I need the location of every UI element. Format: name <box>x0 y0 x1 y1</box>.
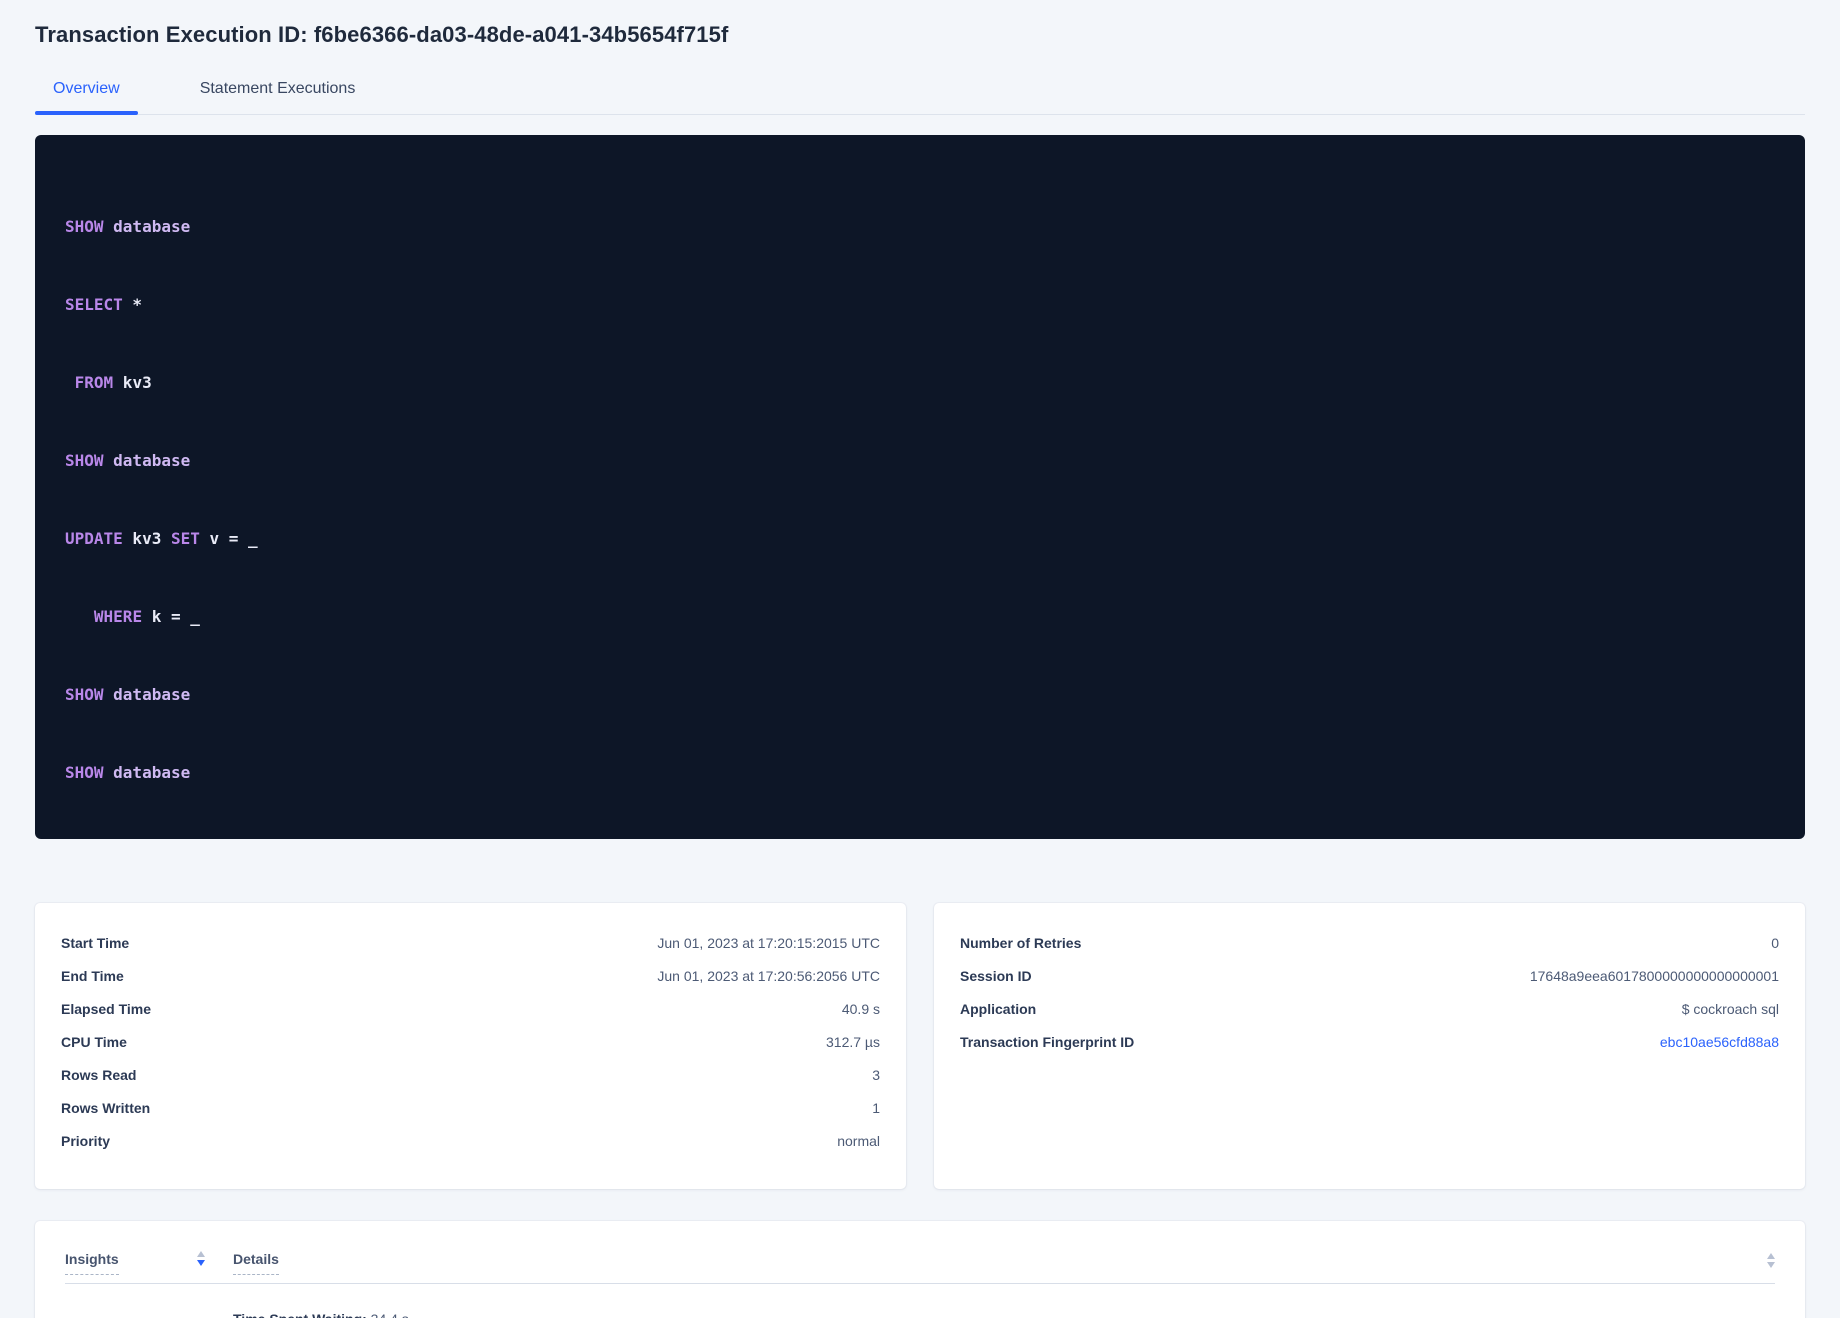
detail-row-rows-written: Rows Written 1 <box>61 1100 880 1116</box>
sql-line: UPDATE kv3 SET v = _ <box>65 526 1775 552</box>
tab-overview-label: Overview <box>53 80 120 97</box>
details-column-header[interactable]: Details <box>233 1251 279 1275</box>
sql-identifier: database <box>103 685 191 704</box>
sql-line: SHOW database <box>65 214 1775 240</box>
detail-value: 312.7 µs <box>826 1034 880 1050</box>
sql-keyword: SHOW <box>65 451 104 470</box>
transaction-fingerprint-id-link[interactable]: ebc10ae56cfd88a8 <box>1660 1034 1779 1050</box>
detail-label: Priority <box>61 1133 111 1149</box>
time-spent-waiting: Time Spent Waiting: 34.4 s <box>233 1310 1775 1318</box>
detail-value: 40.9 s <box>841 1001 880 1017</box>
detail-row-retries: Number of Retries 0 <box>960 935 1779 951</box>
detail-value: 3 <box>872 1067 880 1083</box>
sql-text: kv3 <box>122 529 171 548</box>
tab-statement-executions[interactable]: Statement Executions <box>182 72 374 114</box>
sql-keyword: WHERE <box>93 607 143 626</box>
sort-icon <box>197 1251 205 1266</box>
sql-keyword: FROM <box>74 373 114 392</box>
detail-label: CPU Time <box>61 1034 127 1050</box>
insights-column-label: Insights <box>65 1251 119 1275</box>
detail-value: $ cockroach sql <box>1681 1001 1779 1017</box>
detail-label: Rows Read <box>61 1067 137 1083</box>
detail-label: Session ID <box>960 968 1032 984</box>
sql-identifier: database <box>103 763 191 782</box>
sql-text: kv3 <box>113 373 152 392</box>
detail-label: Application <box>960 1001 1037 1017</box>
sql-line: WHERE k = _ <box>65 604 1775 630</box>
detail-value: 17648a9eea6017800000000000000001 <box>1529 968 1779 984</box>
sql-line: SHOW database <box>65 760 1775 786</box>
time-spent-waiting-label: Time Spent Waiting: <box>233 1311 367 1318</box>
insights-column-header[interactable]: Insights <box>65 1251 233 1275</box>
detail-row-elapsed-time: Elapsed Time 40.9 s <box>61 1001 880 1017</box>
insight-details: Time Spent Waiting: 34.4 s Description: … <box>233 1310 1775 1318</box>
tab-overview[interactable]: Overview <box>35 72 138 115</box>
tab-statement-executions-label: Statement Executions <box>199 80 356 97</box>
sql-keyword: SHOW <box>65 217 104 236</box>
insight-type-badge: High Contention <box>65 1310 233 1318</box>
detail-label: Number of Retries <box>960 935 1082 951</box>
sort-icon[interactable] <box>1767 1253 1775 1268</box>
detail-label: End Time <box>61 968 124 984</box>
sql-keyword: SELECT <box>65 295 123 314</box>
sql-keyword: SHOW <box>65 685 104 704</box>
sql-text: * <box>122 295 143 314</box>
sql-identifier: database <box>103 217 191 236</box>
time-spent-waiting-value: 34.4 s <box>367 1311 409 1318</box>
insights-table-card: Insights Details High Contention Time Sp… <box>35 1221 1805 1318</box>
detail-label: Transaction Fingerprint ID <box>960 1034 1135 1050</box>
execution-details-card: Start Time Jun 01, 2023 at 17:20:15:2015… <box>35 903 906 1189</box>
detail-row-start-time: Start Time Jun 01, 2023 at 17:20:15:2015… <box>61 935 880 951</box>
detail-row-transaction-fingerprint-id: Transaction Fingerprint ID ebc10ae56cfd8… <box>960 1034 1779 1050</box>
detail-value: 0 <box>1771 935 1779 951</box>
page-title: Transaction Execution ID: f6be6366-da03-… <box>35 22 729 47</box>
detail-label: Start Time <box>61 935 130 951</box>
detail-value: normal <box>837 1133 880 1149</box>
sql-keyword: SHOW <box>65 763 104 782</box>
detail-row-priority: Priority normal <box>61 1133 880 1149</box>
sql-line: SELECT * <box>65 292 1775 318</box>
detail-value: Jun 01, 2023 at 17:20:56:2056 UTC <box>657 968 880 984</box>
detail-row-end-time: End Time Jun 01, 2023 at 17:20:56:2056 U… <box>61 968 880 984</box>
summary-cards-row: Start Time Jun 01, 2023 at 17:20:15:2015… <box>35 903 1805 1189</box>
sql-keyword: SET <box>170 529 200 548</box>
sql-line: SHOW database <box>65 682 1775 708</box>
detail-row-session-id: Session ID 17648a9eea6017800000000000000… <box>960 968 1779 984</box>
detail-row-rows-read: Rows Read 3 <box>61 1067 880 1083</box>
sql-line: SHOW database <box>65 448 1775 474</box>
insight-row: High Contention Time Spent Waiting: 34.4… <box>65 1284 1775 1318</box>
detail-label: Rows Written <box>61 1100 151 1116</box>
insights-table-header: Insights Details <box>65 1241 1775 1284</box>
sql-line: FROM kv3 <box>65 370 1775 396</box>
sql-text: k = _ <box>142 607 200 626</box>
sql-statements-box: SHOW database SELECT * FROM kv3 SHOW dat… <box>35 135 1805 839</box>
detail-value: Jun 01, 2023 at 17:20:15:2015 UTC <box>657 935 880 951</box>
detail-row-application: Application $ cockroach sql <box>960 1001 1779 1017</box>
detail-label: Elapsed Time <box>61 1001 152 1017</box>
execution-meta-card: Number of Retries 0 Session ID 17648a9ee… <box>934 903 1805 1189</box>
tab-bar: Overview Statement Executions <box>35 72 1805 115</box>
sql-text: v = _ <box>199 529 258 548</box>
sql-identifier: database <box>103 451 191 470</box>
detail-value: 1 <box>872 1100 880 1116</box>
sql-keyword: UPDATE <box>65 529 123 548</box>
detail-row-cpu-time: CPU Time 312.7 µs <box>61 1034 880 1050</box>
